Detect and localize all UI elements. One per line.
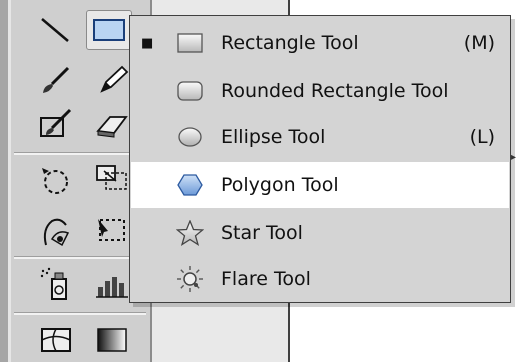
scale-tool[interactable] (92, 160, 132, 196)
menu-item-flare-tool[interactable]: Flare Tool (131, 256, 509, 302)
warp-tool[interactable] (36, 214, 76, 250)
line-segment-tool[interactable] (36, 12, 76, 48)
menu-item-label: Rectangle Tool (221, 32, 359, 54)
panel-edge (0, 0, 8, 362)
line-segment-icon (41, 18, 69, 42)
menu-item-shortcut: (L) (469, 126, 495, 148)
menu-item-label: Star Tool (221, 222, 303, 244)
symbol-sprayer-icon (40, 267, 67, 300)
blob-brush-tool[interactable] (36, 106, 76, 142)
menu-item-rounded-rectangle-tool[interactable]: Rounded Rectangle Tool (131, 68, 509, 114)
free-transform-tool[interactable] (92, 212, 132, 248)
menu-item-rectangle-tool[interactable]: ■ Rectangle Tool (M) (131, 20, 509, 66)
menu-item-label: Flare Tool (221, 268, 311, 290)
menu-item-label: Polygon Tool (221, 174, 339, 196)
paintbrush-tool[interactable] (36, 62, 76, 98)
separator (14, 152, 146, 155)
pencil-icon (100, 65, 129, 93)
menu-item-label: Rounded Rectangle Tool (221, 80, 449, 102)
symbol-sprayer-tool[interactable] (36, 266, 76, 302)
star-icon (176, 220, 204, 246)
column-graph-icon (96, 277, 128, 298)
gradient-tool[interactable] (92, 322, 132, 358)
eraser-icon (96, 116, 128, 138)
menu-item-label: Ellipse Tool (221, 126, 326, 148)
mesh-tool[interactable] (36, 322, 76, 358)
mesh-icon (41, 328, 71, 352)
rotate-icon (42, 168, 68, 194)
rotate-tool[interactable] (36, 164, 76, 200)
flare-icon (176, 266, 204, 292)
paintbrush-icon (43, 66, 70, 93)
scale-icon (96, 165, 127, 190)
blob-brush-icon (40, 108, 72, 137)
checkmark: ■ (141, 35, 154, 51)
ellipse-icon (176, 124, 204, 150)
separator (14, 256, 146, 259)
gradient-icon (97, 328, 127, 352)
free-transform-icon (98, 219, 125, 241)
warp-icon (43, 218, 70, 247)
pencil-tool[interactable] (92, 62, 132, 98)
rounded-rectangle-icon (176, 78, 204, 104)
menu-item-ellipse-tool[interactable]: Ellipse Tool (L) (131, 114, 509, 160)
rectangle-icon (93, 19, 125, 41)
tearoff-arrow-icon[interactable]: ▸ (511, 152, 516, 163)
rectangle-icon (176, 30, 204, 56)
separator (14, 312, 146, 315)
polygon-icon (176, 172, 204, 198)
shape-tools-flyout-menu: ■ Rectangle Tool (M) Rounded Rectangle T… (129, 15, 516, 303)
menu-item-shortcut: (M) (463, 32, 495, 54)
column-graph-tool[interactable] (92, 266, 132, 302)
eraser-tool[interactable] (92, 108, 132, 144)
menu-item-polygon-tool[interactable]: Polygon Tool (131, 162, 509, 208)
panel-edge-highlight (8, 0, 11, 362)
menu-item-star-tool[interactable]: Star Tool (131, 210, 509, 256)
rectangle-tool[interactable] (86, 10, 132, 50)
